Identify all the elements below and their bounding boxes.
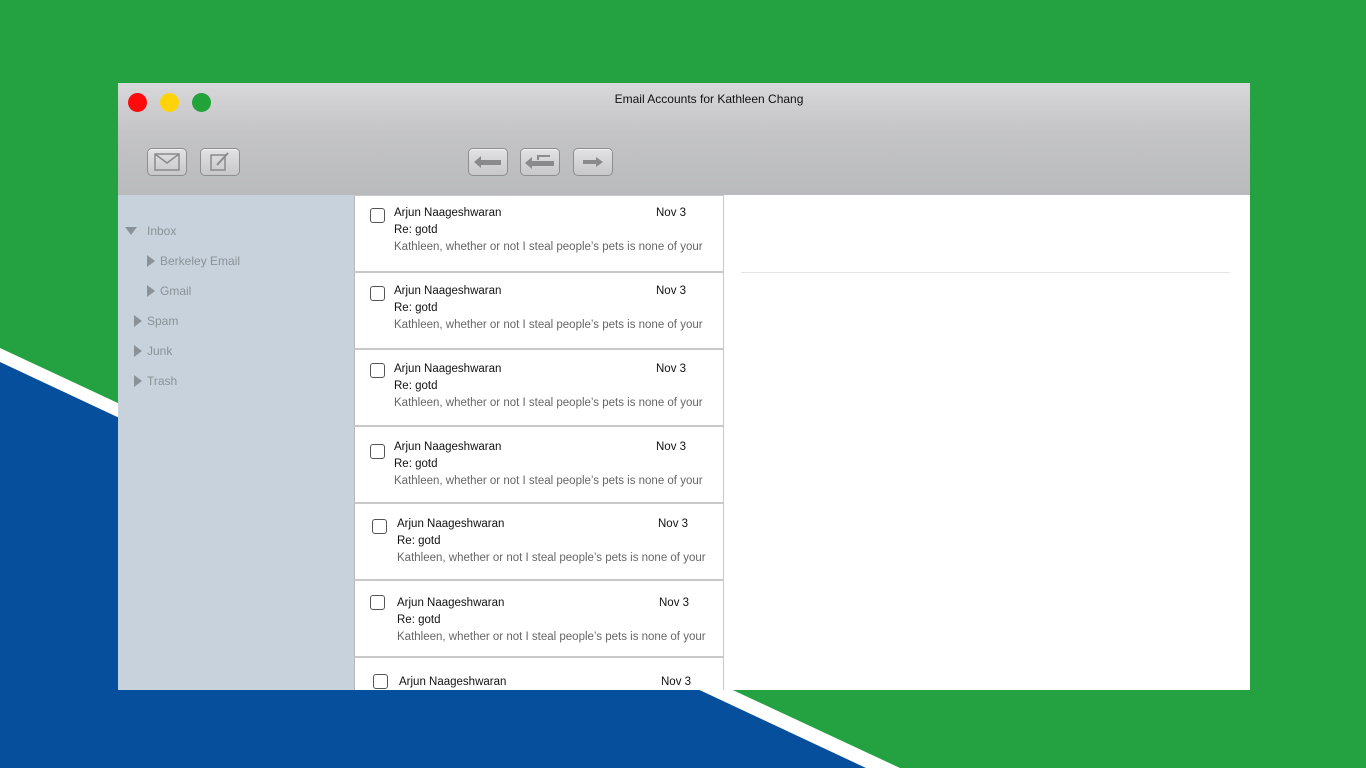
reply-arrow-icon <box>474 156 501 168</box>
message-checkbox[interactable] <box>373 674 388 689</box>
message-subject: Re: gotd <box>394 302 438 314</box>
message-date: Nov 3 <box>659 597 690 609</box>
message-sender: Arjun Naageshwaran <box>394 207 502 219</box>
sidebar-item-berkeley-email[interactable]: Berkeley Email <box>147 254 240 268</box>
message-preview: Kathleen, whether or not I steal people’… <box>397 631 706 643</box>
chevron-right-icon[interactable] <box>134 345 142 357</box>
forward-arrow-icon <box>583 157 603 167</box>
message-sender: Arjun Naageshwaran <box>394 441 502 453</box>
message-date: Nov 3 <box>656 207 687 219</box>
message-row[interactable]: Arjun Naageshwaran Nov 3 Re: gotd Kathle… <box>354 580 724 657</box>
chevron-down-icon[interactable] <box>125 227 137 235</box>
message-checkbox[interactable] <box>370 208 385 223</box>
message-row[interactable]: Arjun Naageshwaran Nov 3 <box>354 657 724 690</box>
chevron-right-icon[interactable] <box>134 375 142 387</box>
envelope-icon <box>154 153 180 171</box>
sidebar-item-junk[interactable]: Junk <box>134 344 172 358</box>
sidebar-item-trash[interactable]: Trash <box>134 374 177 388</box>
sidebar-item-label: Spam <box>147 314 179 328</box>
sidebar-item-label: Trash <box>147 374 178 388</box>
message-sender: Arjun Naageshwaran <box>397 518 505 530</box>
message-preview: Kathleen, whether or not I steal people’… <box>394 319 703 331</box>
message-checkbox[interactable] <box>370 595 385 610</box>
reading-pane-divider <box>741 272 1230 273</box>
sidebar-item-spam[interactable]: Spam <box>134 314 178 328</box>
reply-button[interactable] <box>468 148 508 176</box>
title-bar: Email Accounts for Kathleen Chang <box>118 83 1250 195</box>
message-date: Nov 3 <box>656 363 687 375</box>
message-preview: Kathleen, whether or not I steal people’… <box>394 397 703 409</box>
sidebar-item-inbox[interactable]: Inbox <box>125 224 176 238</box>
message-row[interactable]: Arjun Naageshwaran Nov 3 Re: gotd Kathle… <box>354 195 724 272</box>
message-preview: Kathleen, whether or not I steal people’… <box>394 475 703 487</box>
message-row[interactable]: Arjun Naageshwaran Nov 3 Re: gotd Kathle… <box>354 503 724 580</box>
message-subject: Re: gotd <box>394 224 438 236</box>
message-checkbox[interactable] <box>370 286 385 301</box>
sidebar-item-gmail[interactable]: Gmail <box>147 284 191 298</box>
message-sender: Arjun Naageshwaran <box>394 363 502 375</box>
message-subject: Re: gotd <box>397 535 441 547</box>
message-preview: Kathleen, whether or not I steal people’… <box>394 241 703 253</box>
message-checkbox[interactable] <box>372 519 387 534</box>
sidebar-item-label: Gmail <box>160 284 192 298</box>
message-row[interactable]: Arjun Naageshwaran Nov 3 Re: gotd Kathle… <box>354 272 724 349</box>
message-sender: Arjun Naageshwaran <box>397 597 505 609</box>
reading-pane <box>726 195 1250 690</box>
window-title: Email Accounts for Kathleen Chang <box>614 92 804 106</box>
forward-button[interactable] <box>573 148 613 176</box>
message-list: Arjun Naageshwaran Nov 3 Re: gotd Kathle… <box>354 195 726 690</box>
compose-icon <box>210 152 229 171</box>
message-date: Nov 3 <box>656 441 687 453</box>
sidebar-item-label: Berkeley Email <box>160 254 241 268</box>
chevron-right-icon[interactable] <box>147 255 155 267</box>
message-subject: Re: gotd <box>394 458 438 470</box>
sidebar-item-label: Junk <box>147 344 173 358</box>
message-checkbox[interactable] <box>370 444 385 459</box>
message-subject: Re: gotd <box>394 380 438 392</box>
message-preview: Kathleen, whether or not I steal people’… <box>397 552 706 564</box>
chevron-right-icon[interactable] <box>147 285 155 297</box>
compose-button[interactable] <box>200 148 240 176</box>
reply-all-arrow-icon <box>525 155 554 169</box>
message-subject: Re: gotd <box>397 614 441 626</box>
message-checkbox[interactable] <box>370 363 385 378</box>
message-date: Nov 3 <box>658 518 689 530</box>
message-date: Nov 3 <box>656 285 687 297</box>
message-row[interactable]: Arjun Naageshwaran Nov 3 Re: gotd Kathle… <box>354 426 724 503</box>
mail-window: Email Accounts for Kathleen Chang Inbox … <box>118 83 1250 690</box>
message-sender: Arjun Naageshwaran <box>399 676 507 688</box>
message-date: Nov 3 <box>661 676 692 688</box>
get-mail-button[interactable] <box>147 148 187 176</box>
sidebar-item-label: Inbox <box>147 224 177 238</box>
chevron-right-icon[interactable] <box>134 315 142 327</box>
reply-all-button[interactable] <box>520 148 560 176</box>
message-row[interactable]: Arjun Naageshwaran Nov 3 Re: gotd Kathle… <box>354 349 724 426</box>
mailbox-sidebar: Inbox Berkeley Email Gmail Spam Junk Tra… <box>118 195 354 690</box>
message-sender: Arjun Naageshwaran <box>394 285 502 297</box>
